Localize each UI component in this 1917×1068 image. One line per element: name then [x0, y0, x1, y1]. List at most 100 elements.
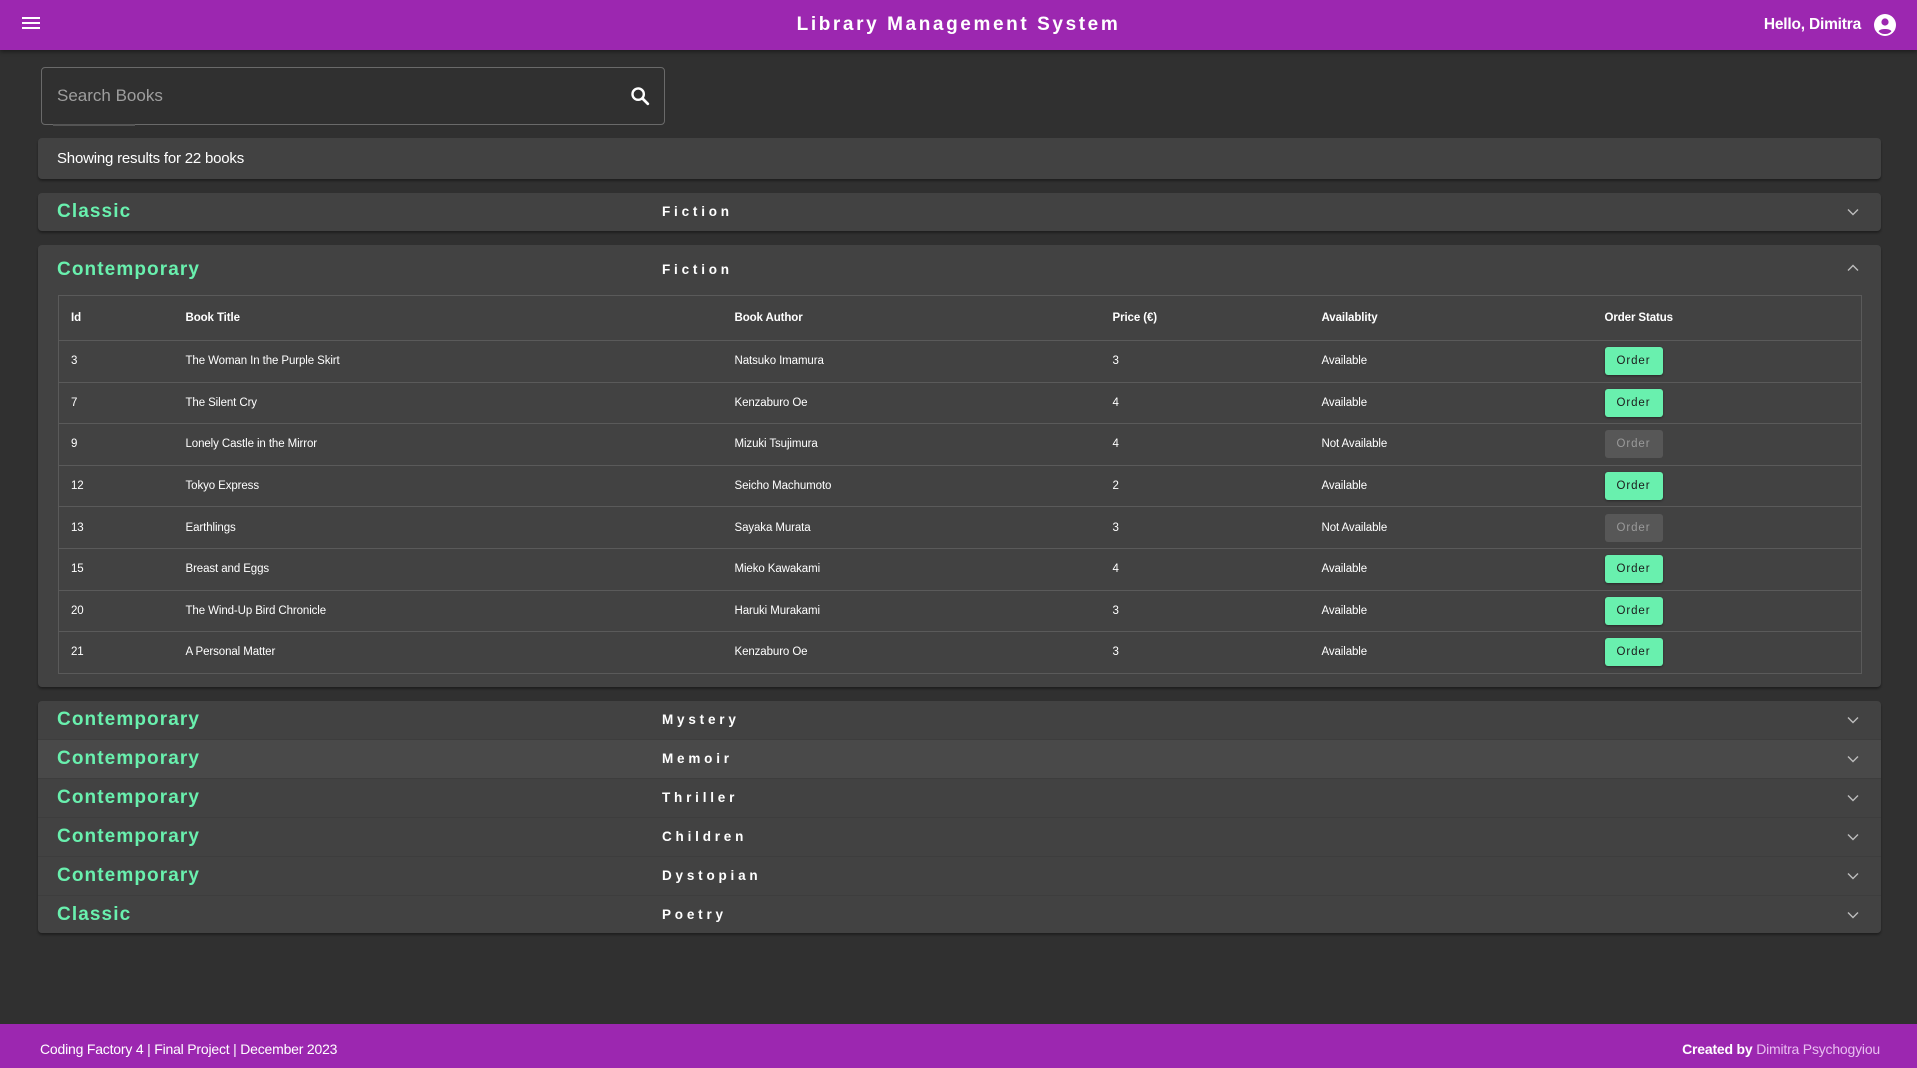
- panel-header[interactable]: Contemporary Memoir: [38, 740, 1881, 778]
- panel-genre: Mystery: [662, 712, 740, 727]
- expansion-panel-expanded: Contemporary Fiction Id Book Title Book …: [38, 245, 1881, 687]
- panel-header[interactable]: Contemporary Thriller: [38, 779, 1881, 817]
- order-button[interactable]: Order: [1604, 638, 1663, 667]
- cell-id: 3: [58, 340, 174, 383]
- cell-availability: Available: [1309, 340, 1593, 383]
- cell-id: 13: [58, 506, 174, 549]
- chevron-down-icon[interactable]: [1847, 716, 1859, 724]
- cell-price: 3: [1112, 646, 1119, 659]
- user-greeting: Hello, Dimitra: [1763, 16, 1861, 33]
- cell-order-status: Order: [1592, 548, 1862, 591]
- table-row: 9 Lonely Castle in the Mirror Mizuki Tsuji…: [58, 423, 1862, 466]
- expansion-panel: Classic Poetry: [38, 896, 1881, 933]
- cell-order-status: Order: [1592, 590, 1862, 633]
- panel-category: Contemporary: [57, 748, 201, 769]
- cell-author: Haruki Murakami: [722, 590, 1101, 633]
- cell-price: 4: [1100, 548, 1310, 591]
- table-row: 21 A Personal Matter Kenzaburo Oe 3 Availabl…: [59, 632, 1862, 674]
- cell-author: Sayaka Murata: [722, 506, 1101, 549]
- cell-price: 3: [1100, 590, 1310, 633]
- cell-order-status: Order: [1592, 382, 1862, 425]
- column-header-id: Id: [58, 295, 174, 341]
- panel-genre: Poetry: [662, 907, 727, 922]
- cell-title: The Woman In the Purple Skirt: [173, 340, 723, 383]
- panel-header[interactable]: Contemporary Fiction: [38, 245, 1881, 295]
- user-area: Hello, Dimitra: [1764, 0, 1897, 50]
- column-header-author: Book Author: [722, 295, 1101, 341]
- chevron-down-icon[interactable]: [1847, 208, 1859, 216]
- cell-title: Breast and Eggs: [173, 548, 723, 591]
- panel-category: Contemporary: [57, 787, 201, 808]
- chevron-down-icon[interactable]: [1847, 833, 1859, 841]
- cell-order-status: Order: [1593, 632, 1862, 674]
- panel-header[interactable]: Classic Poetry: [38, 896, 1881, 933]
- panel-header[interactable]: Contemporary Mystery: [38, 701, 1881, 739]
- cell-author: Natsuko Imamura: [722, 340, 1101, 383]
- account-circle-icon[interactable]: [1873, 13, 1897, 37]
- created-by-label: Created by: [1682, 1041, 1753, 1057]
- expansion-panel: Contemporary Mystery: [38, 701, 1881, 740]
- panel-header[interactable]: Classic Fiction: [38, 193, 1881, 231]
- table-row: 15 Breast and Eggs Mieko Kawakami 4 Availabl…: [58, 548, 1862, 591]
- chevron-up-icon[interactable]: [1847, 264, 1859, 272]
- cell-price: 3: [1100, 506, 1310, 549]
- top-app-bar: Library Management System Hello, Dimitra: [0, 0, 1917, 50]
- column-header-order-status: Order Status: [1592, 295, 1862, 341]
- order-button: Order: [1604, 430, 1663, 459]
- cell-id: 20: [58, 590, 174, 633]
- table-row: 7 The Silent Cry Kenzaburo Oe 4 Available Ord…: [58, 382, 1862, 425]
- cell-title: Earthlings: [173, 506, 723, 549]
- table-header-row: Id Book Title Book Author Price (€) Avai…: [58, 295, 1862, 341]
- panel-genre: Dystopian: [662, 868, 762, 883]
- chevron-down-icon[interactable]: [1847, 794, 1859, 802]
- column-header-price: Price (€): [1100, 295, 1310, 341]
- footer-project-info: Coding Factory 4 | Final Project | Decem…: [40, 1041, 338, 1057]
- panel-category: Classic: [57, 904, 132, 925]
- expansion-panel: Contemporary Memoir: [38, 740, 1881, 779]
- expansion-panel: Classic Fiction: [38, 193, 1881, 231]
- cell-price: 4: [1100, 382, 1310, 425]
- panel-category: Contemporary: [57, 259, 201, 280]
- search-input[interactable]: [57, 68, 617, 124]
- cell-author: Mizuki Tsujimura: [722, 423, 1101, 466]
- panel-genre: Fiction: [662, 262, 733, 277]
- books-table: Id Book Title Book Author Price (€) Avai…: [58, 295, 1862, 674]
- cell-id: 7: [58, 382, 174, 425]
- order-button[interactable]: Order: [1604, 388, 1663, 417]
- order-button[interactable]: Order: [1604, 596, 1663, 625]
- results-summary: Showing results for 22 books: [38, 138, 1881, 179]
- column-header-title: Book Title: [173, 295, 723, 341]
- cell-availability: Available: [1309, 590, 1593, 633]
- order-button[interactable]: Order: [1604, 347, 1663, 376]
- cell-order-status: Order: [1592, 423, 1862, 466]
- cell-price: 4: [1100, 423, 1310, 466]
- cell-title: Lonely Castle in the Mirror: [173, 423, 723, 466]
- cell-id: 15: [58, 548, 174, 591]
- cell-title: The Wind-Up Bird Chronicle: [173, 590, 723, 633]
- panel-category: Contemporary: [57, 865, 201, 886]
- table-row: 20 The Wind-Up Bird Chronicle Haruki Murak…: [58, 590, 1862, 633]
- author-link[interactable]: Dimitra Psychogyiou: [1756, 1041, 1880, 1057]
- cell-availability: Not Available: [1309, 423, 1593, 466]
- collapsed-panels-group: Contemporary Mystery Contemporary Memoir Con…: [38, 701, 1881, 933]
- panel-header[interactable]: Contemporary Children: [38, 818, 1881, 856]
- chevron-down-icon[interactable]: [1847, 755, 1859, 763]
- cell-author: Mieko Kawakami: [722, 548, 1101, 591]
- hamburger-menu-icon[interactable]: [22, 17, 40, 31]
- order-button[interactable]: Order: [1604, 555, 1663, 584]
- search-underline: [53, 124, 135, 126]
- panel-header[interactable]: Contemporary Dystopian: [38, 857, 1881, 895]
- cell-order-status: Order: [1592, 465, 1862, 508]
- cell-availability: Available: [1309, 465, 1593, 508]
- chevron-down-icon[interactable]: [1847, 872, 1859, 880]
- cell-availability: Available: [1309, 548, 1593, 591]
- chevron-down-icon[interactable]: [1847, 911, 1859, 919]
- cell-availability: Not Available: [1309, 506, 1593, 549]
- order-button[interactable]: Order: [1604, 472, 1663, 501]
- cell-title: The Silent Cry: [173, 382, 723, 425]
- panel-genre: Fiction: [662, 204, 733, 219]
- search-icon[interactable]: [629, 85, 651, 107]
- panel-category: Contemporary: [57, 826, 201, 847]
- cell-order-status: Order: [1592, 340, 1862, 383]
- panel-category: Contemporary: [57, 709, 201, 730]
